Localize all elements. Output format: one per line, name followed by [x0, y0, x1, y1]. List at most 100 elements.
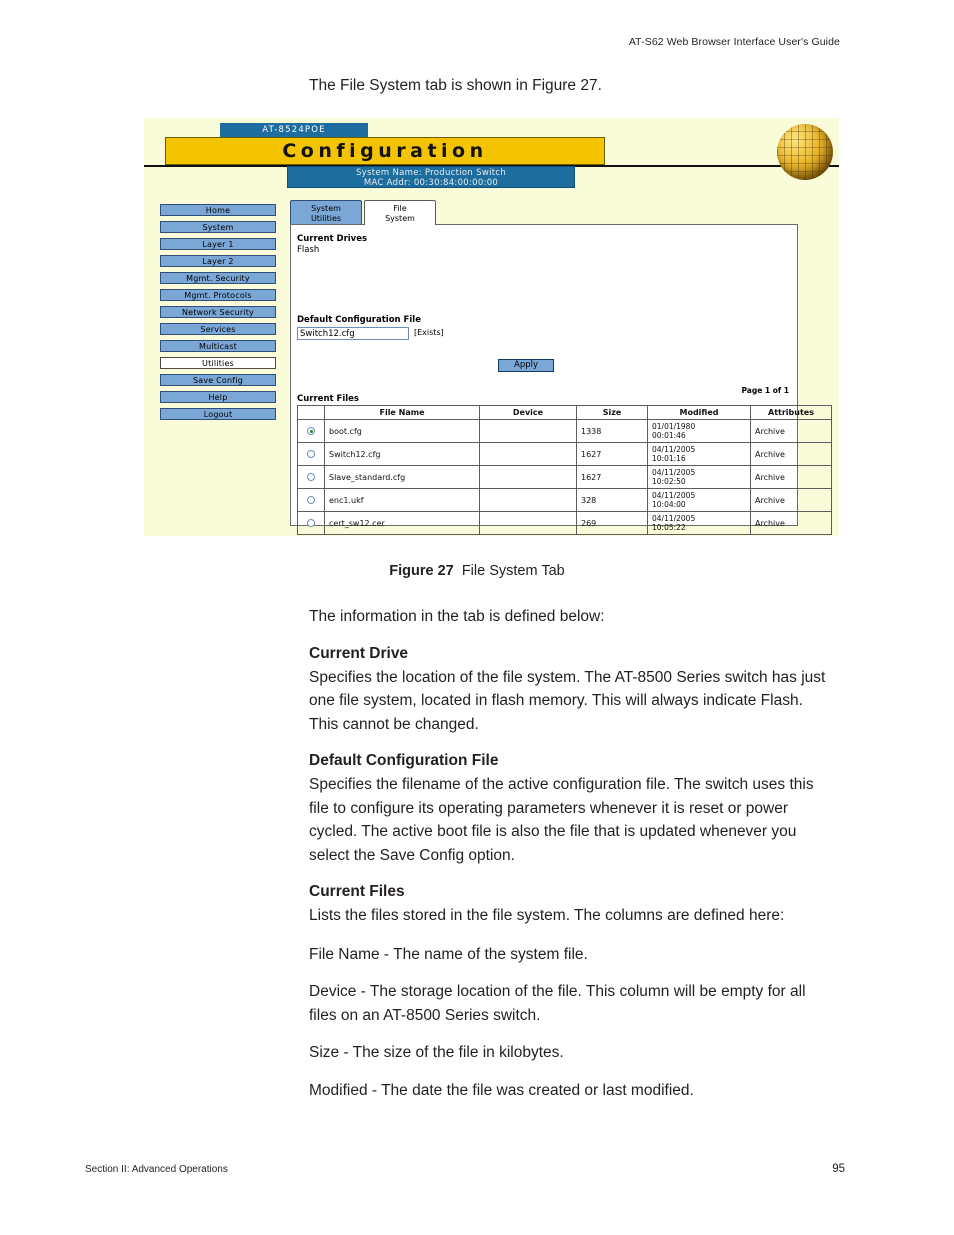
column-header-file-name: File Name: [324, 405, 480, 420]
row-select-cell[interactable]: [297, 442, 325, 466]
sidebar-item-multicast[interactable]: Multicast: [160, 340, 276, 352]
table-row[interactable]: enc1.ukf 328 04/11/2005 10:04:00 Archive: [297, 488, 832, 512]
intro-sentence: The File System tab is shown in Figure 2…: [309, 77, 602, 94]
tab-label-line1: System: [311, 204, 341, 213]
column-header-select: [297, 405, 325, 420]
page-indicator: Page 1 of 1: [741, 386, 790, 395]
file-system-panel: Current Drives Flash Default Configurati…: [290, 224, 832, 535]
modified-date: 04/11/2005: [652, 468, 696, 477]
sidebar-item-label: Services: [200, 325, 236, 334]
sidebar-item-mgmt-security[interactable]: Mgmt. Security: [160, 272, 276, 284]
definition-file-name: File Name - The name of the system file.: [309, 945, 588, 963]
panel-content: Current Drives Flash Default Configurati…: [291, 225, 832, 535]
cell-modified: 04/11/2005 10:05:22: [647, 511, 751, 535]
modified-time: 10:02:50: [652, 477, 686, 486]
cell-size: 328: [576, 488, 648, 512]
sidebar-item-label: Multicast: [199, 342, 237, 351]
cell-file-name: boot.cfg: [324, 419, 480, 443]
modified-date: 04/11/2005: [652, 514, 696, 523]
file-select-radio[interactable]: [307, 450, 315, 458]
sidebar-item-logout[interactable]: Logout: [160, 408, 276, 420]
cell-device: [479, 442, 577, 466]
sidebar-item-label: Utilities: [202, 359, 234, 368]
apply-button[interactable]: Apply: [498, 359, 554, 372]
sidebar-item-help[interactable]: Help: [160, 391, 276, 403]
sidebar-item-utilities[interactable]: Utilities: [160, 357, 276, 369]
paragraph-current-drive: Specifies the location of the file syste…: [309, 668, 826, 733]
tab-label-line1: File: [393, 204, 407, 213]
figure-caption-text: File System Tab: [461, 563, 565, 579]
row-select-cell[interactable]: [297, 488, 325, 512]
default-config-label: Default Configuration File: [297, 315, 421, 325]
file-select-radio[interactable]: [307, 496, 315, 504]
figure-caption: Figure 27 File System Tab: [0, 563, 954, 579]
file-select-radio[interactable]: [307, 427, 315, 435]
tab-system-utilities[interactable]: System Utilities: [290, 200, 362, 225]
sidebar-item-mgmt-protocols[interactable]: Mgmt. Protocols: [160, 289, 276, 301]
sidebar-item-home[interactable]: Home: [160, 204, 276, 216]
sidebar-nav: Home System Layer 1 Layer 2 Mgmt. Securi…: [160, 204, 276, 425]
cell-device: [479, 419, 577, 443]
table-row[interactable]: Slave_standard.cfg 1627 04/11/2005 10:02…: [297, 465, 832, 489]
sidebar-item-layer-2[interactable]: Layer 2: [160, 255, 276, 267]
definition-size: Size - The size of the file in kilobytes…: [309, 1044, 564, 1061]
modified-time: 00:01:46: [652, 431, 686, 440]
table-row[interactable]: Switch12.cfg 1627 04/11/2005 10:01:16 Ar…: [297, 442, 832, 466]
cell-file-name: cert_sw12.cer: [324, 511, 480, 535]
file-select-radio[interactable]: [307, 519, 315, 527]
heading-current-files: Current Files: [309, 883, 405, 900]
sidebar-item-system[interactable]: System: [160, 221, 276, 233]
default-config-input[interactable]: Switch12.cfg: [297, 327, 409, 340]
heading-default-configuration-file: Default Configuration File: [309, 752, 499, 769]
modified-date: 04/11/2005: [652, 445, 696, 454]
heading-current-drive: Current Drive: [309, 644, 409, 662]
system-info-bar: System Name: Production Switch MAC Addr:…: [287, 166, 575, 188]
sidebar-item-network-security[interactable]: Network Security: [160, 306, 276, 318]
sidebar-item-label: System: [202, 223, 234, 232]
cell-device: [479, 465, 577, 489]
banner-title: Configuration: [282, 140, 488, 162]
cell-attributes: Archive: [750, 419, 832, 443]
column-header-attributes: Attributes: [750, 405, 832, 420]
tab-strip: System Utilities File System: [290, 200, 442, 225]
definition-modified: Modified - The date the file was created…: [309, 1081, 694, 1099]
sidebar-item-services[interactable]: Services: [160, 323, 276, 335]
current-drives-label: Current Drives: [297, 234, 368, 244]
table-row[interactable]: cert_sw12.cer 269 04/11/2005 10:05:22 Ar…: [297, 511, 832, 535]
file-select-radio[interactable]: [307, 473, 315, 481]
cell-modified: 04/11/2005 10:01:16: [647, 442, 751, 466]
sidebar-item-layer-1[interactable]: Layer 1: [160, 238, 276, 250]
sidebar-item-save-config[interactable]: Save Config: [160, 374, 276, 386]
tab-file-system[interactable]: File System: [364, 200, 436, 225]
cell-attributes: Archive: [750, 465, 832, 489]
figure-caption-label: Figure 27: [389, 563, 454, 579]
cell-modified: 01/01/1980 00:01:46: [647, 419, 751, 443]
table-header-row: File Name Device Size Modified Attribute…: [297, 405, 832, 420]
current-drives-value: Flash: [297, 245, 320, 255]
default-config-status: [Exists]: [414, 328, 444, 337]
cell-size: 1627: [576, 465, 648, 489]
body-content: The information in the tab is defined be…: [309, 605, 829, 1116]
device-model-tag: AT-8524POE: [220, 123, 368, 137]
row-select-cell[interactable]: [297, 511, 325, 535]
sidebar-item-label: Network Security: [182, 308, 254, 317]
row-select-cell[interactable]: [297, 465, 325, 489]
cell-device: [479, 488, 577, 512]
globe-logo-icon: [777, 124, 833, 180]
footer-section-label: Section II: Advanced Operations: [85, 1164, 228, 1175]
sidebar-item-label: Mgmt. Protocols: [184, 291, 252, 300]
running-head: AT-S62 Web Browser Interface User's Guid…: [628, 36, 840, 48]
paragraph-current-files: Lists the files stored in the file syste…: [309, 907, 785, 924]
current-files-table: File Name Device Size Modified Attribute…: [297, 405, 832, 535]
switch-web-ui: AT-8524POE Configuration System Name: Pr…: [144, 118, 839, 536]
table-row[interactable]: boot.cfg 1338 01/01/1980 00:01:46 Archiv…: [297, 419, 832, 443]
column-header-size: Size: [576, 405, 648, 420]
sidebar-item-label: Logout: [203, 410, 233, 419]
definition-device: Device - The storage location of the fil…: [309, 983, 806, 1024]
figure-screenshot: AT-8524POE Configuration System Name: Pr…: [144, 118, 839, 536]
cell-modified: 04/11/2005 10:04:00: [647, 488, 751, 512]
cell-modified: 04/11/2005 10:02:50: [647, 465, 751, 489]
paragraph-default-configuration-file: Specifies the filename of the active con…: [309, 776, 814, 864]
row-select-cell[interactable]: [297, 419, 325, 443]
sidebar-item-label: Layer 1: [202, 240, 234, 249]
